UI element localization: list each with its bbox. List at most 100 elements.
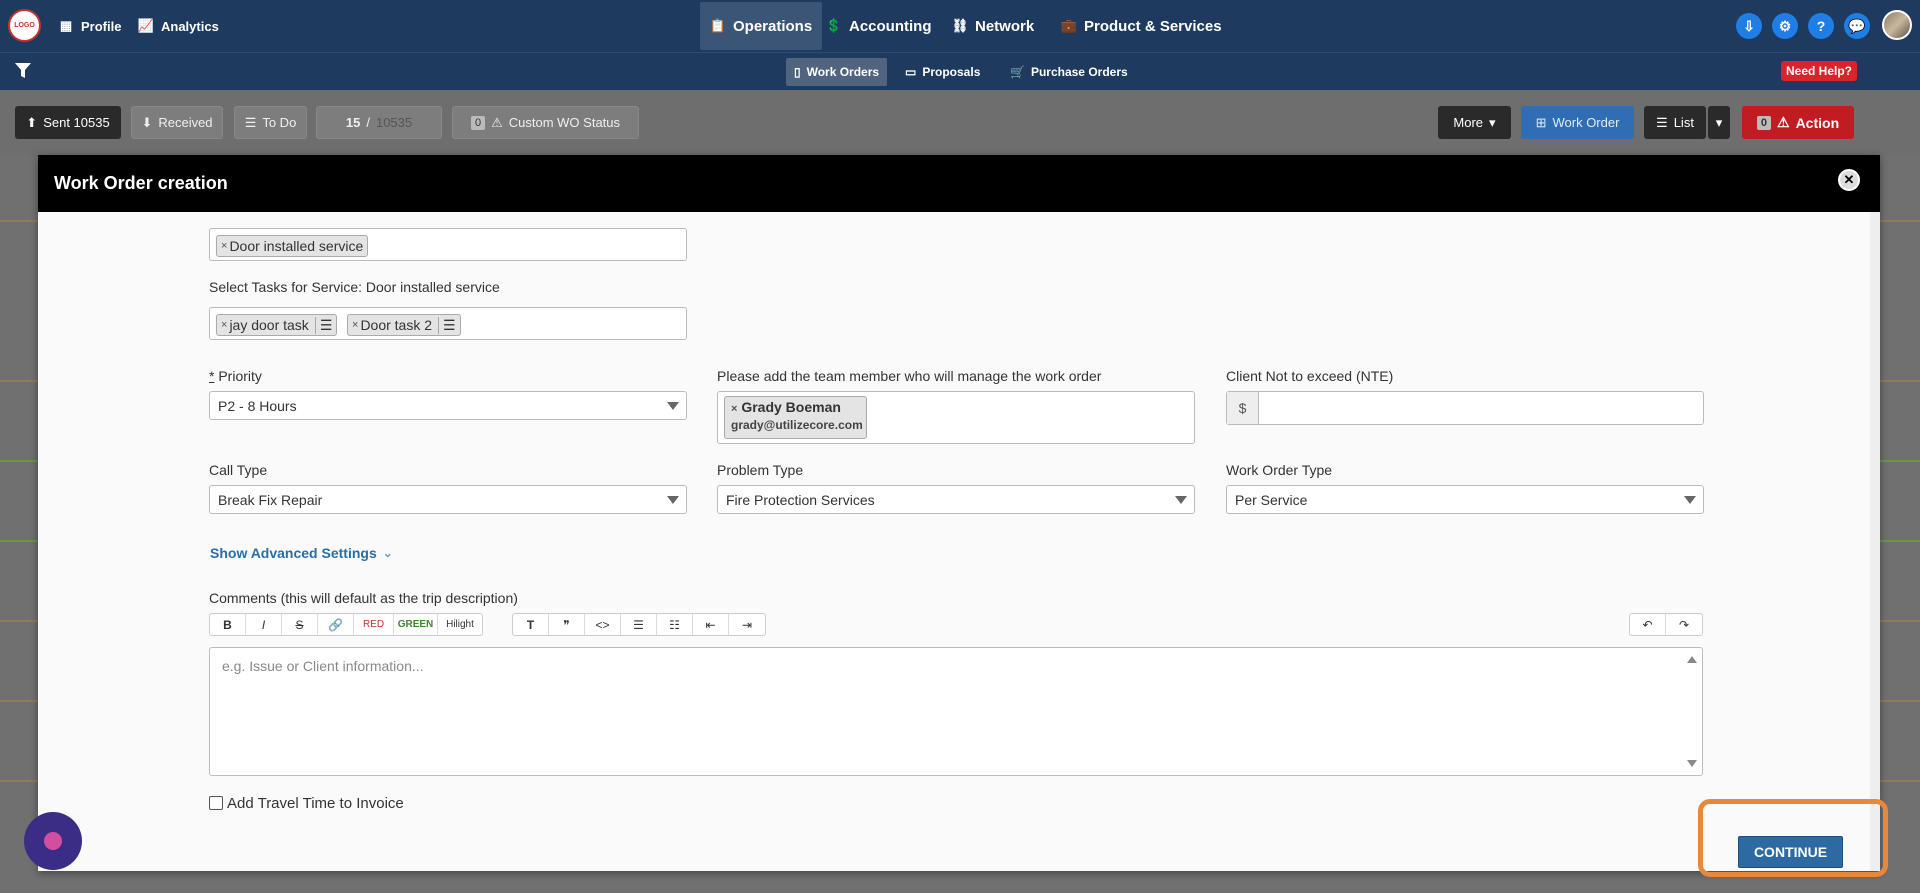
nav-accounting[interactable]: 💲 Accounting [826,0,932,52]
list-view-dropdown[interactable]: ▾ [1708,106,1730,139]
hilight-button[interactable]: Hilight [438,614,482,635]
nav-operations[interactable]: 📋 Operations [700,2,823,50]
need-help-button[interactable]: Need Help? [1781,61,1858,81]
sliders-icon[interactable]: ☰ [314,316,332,334]
problem-type-label: Problem Type [717,462,804,478]
green-text-button[interactable]: GREEN [394,614,438,635]
code-icon[interactable]: <> [585,614,621,635]
service-tag[interactable]: × Door installed service [216,235,369,257]
arrow-up-circle-icon: ⬆ [26,114,38,130]
show-advanced-settings-link[interactable]: Show Advanced Settings ⌄ [210,545,393,561]
sub-navigation: ▯ Work Orders ▭ Proposals 🛒 Purchase Ord… [0,52,1920,90]
editor-history-group: ↶ ↷ [1629,613,1703,636]
action-button[interactable]: 0 ⚠ Action [1742,106,1854,139]
priority-select[interactable]: P2 - 8 Hours [209,391,687,420]
list-toolbar: ⬆ Sent 10535 ⬇ Received ☰ To Do 15 / 105… [0,90,1920,155]
numbered-list-icon[interactable]: ☷ [657,614,693,635]
proposal-icon: ▭ [905,65,917,79]
cart-icon: 🛒 [1010,65,1025,79]
heading-icon[interactable]: T [513,614,549,635]
work-order-type-label: Work Order Type [1226,462,1333,478]
modal-scrollbar[interactable] [1870,212,1880,871]
remove-tag-icon[interactable]: × [352,319,358,331]
close-icon[interactable]: ✕ [1838,169,1860,191]
continue-button[interactable]: CONTINUE [1738,836,1843,868]
strikethrough-button[interactable]: S [282,614,318,635]
remove-tag-icon[interactable]: × [731,403,737,415]
editor-block-group: T ❞ <> ☰ ☷ ⇤ ⇥ [512,613,766,636]
scroll-down-icon[interactable] [1687,760,1697,767]
gear-icon[interactable]: ⚙ [1772,13,1798,39]
clipboard-icon: 📋 [709,18,727,33]
tab-purchase-orders[interactable]: 🛒 Purchase Orders [1002,58,1136,86]
nte-input[interactable]: $ [1226,391,1704,425]
undo-icon[interactable]: ↶ [1630,614,1666,635]
money-icon: 💲 [825,18,843,33]
red-text-button[interactable]: RED [354,614,394,635]
team-member-select[interactable]: × Grady Boeman grady@utilizecore.com [717,391,1195,444]
quote-icon[interactable]: ❞ [549,614,585,635]
modal-title: Work Order creation [54,173,228,193]
comments-textarea[interactable]: e.g. Issue or Client information... [209,647,1703,776]
caret-down-icon [1175,496,1187,504]
avatar[interactable] [1882,10,1912,40]
service-select[interactable]: × Door installed service [209,228,687,261]
tab-proposals[interactable]: ▭ Proposals [897,58,988,86]
nte-label: Client Not to exceed (NTE) [1226,368,1394,384]
building-icon: ▦ [59,18,73,33]
comments-label: Comments (this will default as the trip … [209,590,518,606]
caret-down-icon [1684,496,1696,504]
travel-time-checkbox[interactable] [209,796,223,810]
nav-network[interactable]: ⛓ Network [952,0,1034,52]
sliders-icon[interactable]: ☰ [438,316,456,334]
arrow-down-circle-icon: ⬇ [141,114,153,130]
team-member-label: Please add the team member who will mana… [717,368,1102,384]
caret-down-icon: ▾ [1489,114,1496,130]
indent-icon[interactable]: ⇥ [729,614,765,635]
list-icon: ☰ [244,114,257,130]
received-filter-button[interactable]: ⬇ Received [131,106,223,139]
problem-type-select[interactable]: Fire Protection Services [717,485,1195,514]
nav-products-services[interactable]: 💼 Product & Services [1061,0,1222,52]
work-order-type-select[interactable]: Per Service [1226,485,1704,514]
travel-time-label: Add Travel Time to Invoice [227,795,404,812]
download-icon[interactable]: ⇩ [1736,13,1762,39]
support-chat-button[interactable] [24,812,82,870]
nav-profile[interactable]: ▦ Profile [58,0,122,52]
help-icon[interactable]: ? [1808,13,1834,39]
remove-tag-icon[interactable]: × [221,240,227,252]
list-view-button[interactable]: ☰ List [1644,106,1706,139]
textarea-scrollbar[interactable] [1682,648,1702,775]
comments-placeholder: e.g. Issue or Client information... [222,658,424,674]
todo-filter-button[interactable]: ☰ To Do [234,106,307,139]
tasks-label: Select Tasks for Service: Door installed… [209,279,500,295]
network-icon: ⛓ [951,18,969,33]
nav-analytics[interactable]: 📈 Analytics [138,0,219,52]
caret-down-icon [667,496,679,504]
list-icon: ☰ [1656,114,1668,130]
task-tag[interactable]: × Door task 2 ☰ [347,314,461,336]
new-work-order-button[interactable]: ⊞ Work Order [1521,106,1634,139]
italic-button[interactable]: I [246,614,282,635]
more-dropdown[interactable]: More ▾ [1438,106,1511,139]
outdent-icon[interactable]: ⇤ [693,614,729,635]
bullet-list-icon[interactable]: ☰ [621,614,657,635]
sent-filter-button[interactable]: ⬆ Sent 10535 [15,106,121,139]
task-tag[interactable]: × jay door task ☰ [216,314,338,336]
redo-icon[interactable]: ↷ [1666,614,1702,635]
chat-dot-icon [44,832,62,850]
caret-down-icon [667,402,679,410]
company-logo[interactable]: LOGO [8,9,41,42]
plus-icon: ⊞ [1535,114,1547,130]
remove-tag-icon[interactable]: × [221,319,227,331]
scroll-up-icon[interactable] [1687,656,1697,663]
custom-wo-status-button[interactable]: 0 ⚠ Custom WO Status [452,106,639,139]
team-member-tag[interactable]: × Grady Boeman grady@utilizecore.com [724,396,867,439]
tab-work-orders[interactable]: ▯ Work Orders [786,58,888,86]
link-icon[interactable]: 🔗 [318,614,354,635]
filter-icon[interactable] [14,62,32,80]
call-type-select[interactable]: Break Fix Repair [209,485,687,514]
chat-icon[interactable]: 💬 [1844,13,1870,39]
tasks-select[interactable]: × jay door task ☰ × Door task 2 ☰ [209,307,687,340]
bold-button[interactable]: B [210,614,246,635]
